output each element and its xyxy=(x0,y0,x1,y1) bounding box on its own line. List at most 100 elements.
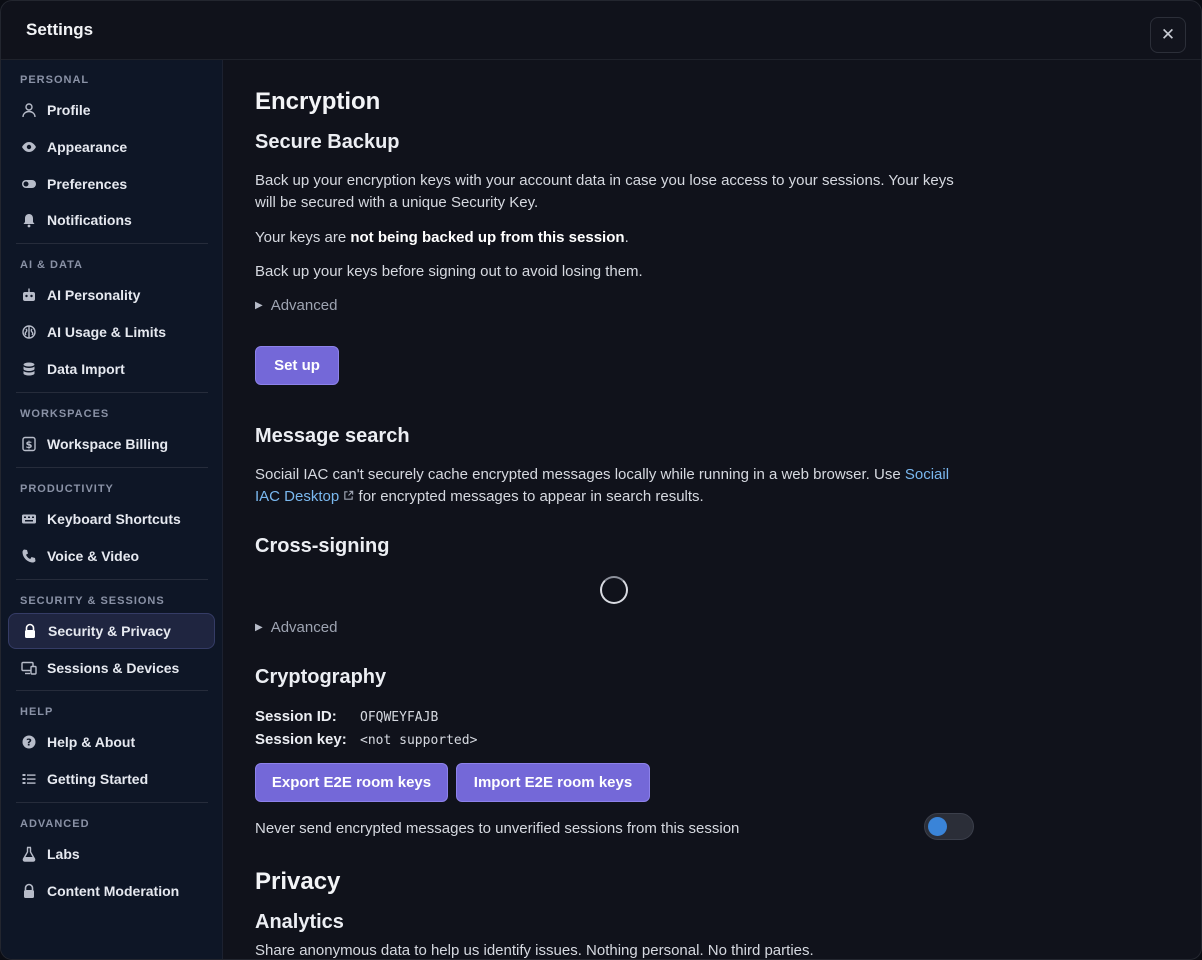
sidebar-item-label: Workspace Billing xyxy=(47,436,169,452)
sidebar-divider xyxy=(16,690,208,691)
session-id-label: Session ID: xyxy=(255,708,337,725)
section-label-personal: PERSONAL xyxy=(20,74,90,86)
lock-icon xyxy=(21,622,39,640)
sidebar-item-label: Appearance xyxy=(47,139,128,155)
caret-right-icon: ▶ xyxy=(255,622,263,633)
sidebar-divider xyxy=(16,243,208,244)
advanced-label: Advanced xyxy=(270,619,338,636)
import-room-keys-button[interactable]: Import E2E room keys xyxy=(456,763,650,802)
sidebar-item-notifications[interactable]: Notifications xyxy=(8,202,215,238)
close-icon: ✕ xyxy=(1160,25,1176,44)
privacy-heading: Privacy xyxy=(255,868,341,895)
svg-text:$: $ xyxy=(26,440,33,451)
sidebar-item-labs[interactable]: Labs xyxy=(8,836,215,872)
sidebar-item-label: Profile xyxy=(47,102,91,118)
eye-icon xyxy=(20,138,38,156)
sidebar-item-label: Sessions & Devices xyxy=(47,660,180,676)
setup-backup-button[interactable]: Set up xyxy=(255,346,339,385)
sidebar-item-sessions-devices[interactable]: Sessions & Devices xyxy=(8,650,215,686)
sidebar-divider xyxy=(16,392,208,393)
lock-icon xyxy=(20,882,38,900)
section-label-productivity: PRODUCTIVITY xyxy=(20,483,114,495)
sidebar-item-security-privacy[interactable]: Security & Privacy xyxy=(8,613,215,649)
session-key-value: <not supported> xyxy=(360,733,478,748)
section-label-security: SECURITY & SESSIONS xyxy=(20,595,165,607)
dialog-header: Settings ✕ xyxy=(1,1,1201,60)
sidebar-item-ai-personality[interactable]: AI Personality xyxy=(8,277,215,313)
section-label-workspaces: WORKSPACES xyxy=(20,408,110,420)
dollar-icon: $ xyxy=(20,435,38,453)
never-send-toggle[interactable] xyxy=(924,813,974,840)
sidebar-item-label: Notifications xyxy=(47,212,132,228)
sidebar-item-label: AI Personality xyxy=(47,287,141,303)
backup-status: Your keys are not being backed up from t… xyxy=(255,229,629,246)
export-room-keys-button[interactable]: Export E2E room keys xyxy=(255,763,448,802)
sidebar-divider xyxy=(16,467,208,468)
sidebar-divider xyxy=(16,579,208,580)
help-icon: ? xyxy=(20,733,38,751)
advanced-label: Advanced xyxy=(270,297,338,314)
checklist-icon xyxy=(20,770,38,788)
user-icon xyxy=(20,101,38,119)
sidebar-item-label: Keyboard Shortcuts xyxy=(47,511,181,527)
backup-advanced-toggle[interactable]: ▶ Advanced xyxy=(255,297,337,314)
sidebar-item-content-moderation[interactable]: Content Moderation xyxy=(8,873,215,909)
cross-signing-heading: Cross-signing xyxy=(255,535,390,557)
external-link-icon xyxy=(344,490,354,500)
sidebar-item-label: Data Import xyxy=(47,361,125,377)
sidebar-item-ai-usage[interactable]: AI Usage & Limits xyxy=(8,314,215,350)
sidebar-item-label: Security & Privacy xyxy=(48,623,171,639)
sidebar-item-profile[interactable]: Profile xyxy=(8,92,215,128)
close-button[interactable]: ✕ xyxy=(1150,17,1186,53)
sidebar-item-getting-started[interactable]: Getting Started xyxy=(8,761,215,797)
loading-spinner-icon xyxy=(600,576,628,604)
phone-icon xyxy=(20,547,38,565)
backup-warning: Back up your keys before signing out to … xyxy=(255,263,643,280)
encryption-heading: Encryption xyxy=(255,88,381,115)
sidebar-item-keyboard-shortcuts[interactable]: Keyboard Shortcuts xyxy=(8,501,215,537)
analytics-heading: Analytics xyxy=(255,911,344,933)
caret-right-icon: ▶ xyxy=(255,300,263,311)
analytics-description: Share anonymous data to help us identify… xyxy=(255,942,814,959)
cryptography-heading: Cryptography xyxy=(255,666,387,688)
sidebar-item-label: Content Moderation xyxy=(47,883,180,899)
session-id-value: OFQWEYFAJB xyxy=(360,710,439,725)
backup-status-emphasis: not being backed up from this session xyxy=(350,229,625,246)
secure-backup-heading: Secure Backup xyxy=(255,131,400,153)
settings-sidebar: PERSONAL Profile Appearance Preferences … xyxy=(1,60,223,959)
svg-text:?: ? xyxy=(26,738,32,749)
settings-dialog: Settings ✕ PERSONAL Profile Appearance P… xyxy=(0,0,1202,960)
section-label-ai-data: AI & DATA xyxy=(20,259,83,271)
brain-icon xyxy=(20,323,38,341)
session-key-label: Session key: xyxy=(255,731,347,748)
sidebar-item-label: AI Usage & Limits xyxy=(47,324,167,340)
dialog-title: Settings xyxy=(26,20,94,39)
sidebar-item-appearance[interactable]: Appearance xyxy=(8,129,215,165)
toggle-knob xyxy=(928,817,947,836)
robot-icon xyxy=(20,286,38,304)
section-label-advanced: ADVANCED xyxy=(20,818,90,830)
keyboard-icon xyxy=(20,510,38,528)
sidebar-item-label: Labs xyxy=(47,846,80,862)
message-search-heading: Message search xyxy=(255,425,410,447)
sidebar-item-help-about[interactable]: ? Help & About xyxy=(8,724,215,760)
flask-icon xyxy=(20,845,38,863)
sidebar-item-label: Getting Started xyxy=(47,771,149,787)
section-label-help: HELP xyxy=(20,706,54,718)
sidebar-item-preferences[interactable]: Preferences xyxy=(8,166,215,202)
sidebar-item-label: Preferences xyxy=(47,176,128,192)
secure-backup-description: Back up your encryption keys with your a… xyxy=(255,172,954,211)
sidebar-item-voice-video[interactable]: Voice & Video xyxy=(8,538,215,574)
devices-icon xyxy=(20,659,38,677)
sidebar-item-workspace-billing[interactable]: $ Workspace Billing xyxy=(8,426,215,462)
never-send-label: Never send encrypted messages to unverif… xyxy=(255,820,740,837)
bell-icon xyxy=(20,211,38,229)
cross-signing-advanced-toggle[interactable]: ▶ Advanced xyxy=(255,619,337,636)
sidebar-item-label: Voice & Video xyxy=(47,548,140,564)
message-search-description: Sociail IAC can't securely cache encrypt… xyxy=(255,466,950,505)
toggle-icon xyxy=(20,175,38,193)
database-icon xyxy=(20,360,38,378)
sidebar-item-label: Help & About xyxy=(47,734,136,750)
sidebar-divider xyxy=(16,802,208,803)
sidebar-item-data-import[interactable]: Data Import xyxy=(8,351,215,387)
